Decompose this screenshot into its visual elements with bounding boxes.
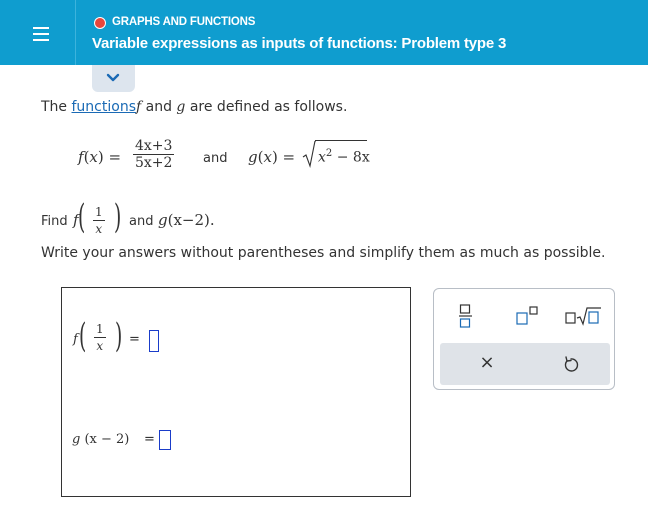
left-paren: (	[78, 197, 86, 237]
hamburger-icon-line	[33, 39, 49, 41]
exponent-icon	[516, 306, 538, 325]
top-bar: GRAPHS AND FUNCTIONS Variable expression…	[0, 0, 648, 65]
exponent-button[interactable]	[514, 303, 542, 329]
menu-button[interactable]	[26, 20, 56, 48]
square-root-button[interactable]	[564, 303, 604, 329]
answer-g: g (x − 2) =	[72, 428, 222, 454]
g-radicand: x2 − 8x	[318, 148, 370, 166]
clear-button[interactable]: ×	[476, 352, 498, 374]
undo-button[interactable]	[560, 353, 582, 375]
and-label: and	[203, 151, 228, 166]
header-divider	[75, 0, 76, 65]
answer-g-input[interactable]	[159, 430, 171, 450]
function-definitions: f(x) = 4x+3 5x+2 and g(x) = x2 − 8x	[78, 136, 398, 180]
answer-f-input[interactable]	[149, 330, 159, 352]
f-definition-lhs: f(x) =	[78, 148, 122, 166]
right-paren: )	[114, 197, 122, 237]
answer-f-fraction: 1 x	[94, 322, 106, 353]
square-root-icon	[565, 307, 601, 326]
radical-sign-icon	[302, 140, 316, 168]
problem-intro: The functionsf and g are defined as foll…	[41, 99, 348, 115]
chevron-down-icon	[106, 73, 120, 82]
functions-link[interactable]: functions	[72, 99, 136, 115]
palette-actions: ×	[440, 343, 610, 385]
answer-area: f ( 1 x ) = g (x − 2) =	[61, 287, 411, 497]
fraction-button[interactable]	[456, 301, 476, 331]
g-definition-lhs: g(x) =	[248, 148, 296, 166]
topic-label: GRAPHS AND FUNCTIONS	[112, 16, 256, 28]
radical-bar	[315, 140, 367, 141]
collapse-toggle[interactable]	[92, 65, 135, 92]
status-dot-icon	[94, 17, 106, 29]
find-g: g(x−2).	[158, 211, 215, 229]
math-palette: ×	[433, 288, 615, 390]
hamburger-icon-line	[33, 33, 49, 35]
answer-f: f ( 1 x ) =	[71, 316, 191, 366]
f-fraction: 4x+3 5x+2	[133, 138, 175, 171]
fraction-icon	[459, 304, 472, 328]
find-fraction: 1 x	[93, 205, 105, 236]
instructions: Write your answers without parentheses a…	[41, 245, 606, 261]
hamburger-icon-line	[33, 27, 49, 29]
undo-icon	[564, 356, 579, 372]
find-prompt: Find f ( 1 x ) and g(x−2).	[41, 197, 215, 237]
page-title: Variable expressions as inputs of functi…	[92, 35, 507, 52]
